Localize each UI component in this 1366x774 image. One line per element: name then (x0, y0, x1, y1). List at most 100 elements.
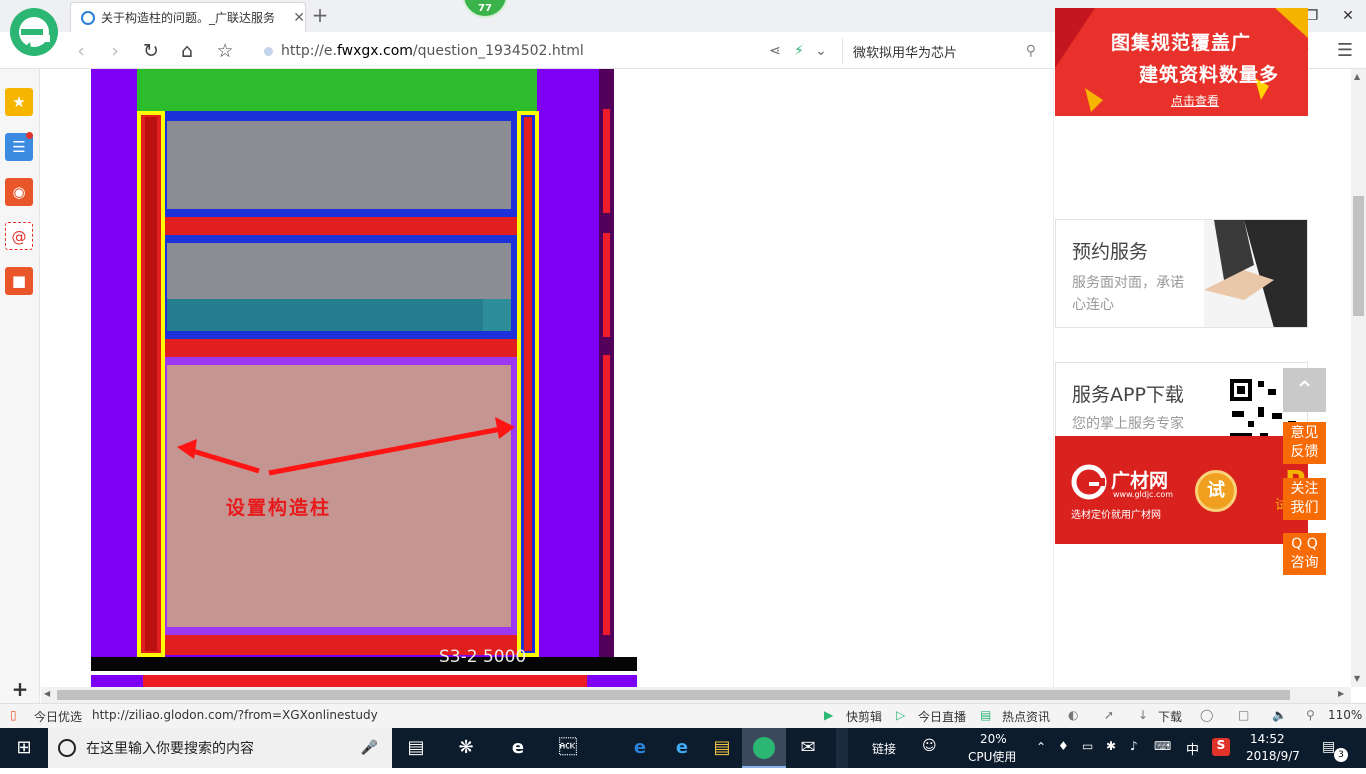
status-item-live[interactable]: 今日直播 (918, 708, 966, 725)
follow-us-label: 关注我们 (1290, 481, 1319, 516)
tray-battery-icon[interactable]: ▭ (1082, 739, 1093, 753)
follow-us-button[interactable]: 关注我们 (1283, 478, 1326, 520)
edge-taskbar-icon[interactable]: e (496, 728, 540, 768)
speaker-icon[interactable]: 🔈 (1272, 708, 1287, 722)
news-icon[interactable]: ▤ (980, 708, 991, 722)
vertical-scrollbar[interactable] (1351, 69, 1366, 687)
card-app-subtitle: 您的掌上服务专家 (1072, 416, 1184, 432)
tab-active[interactable]: 关于构造柱的问题。_广联达服务 ✕ (70, 2, 306, 32)
taskbar-scroll-handle[interactable] (836, 728, 848, 768)
start-windows-icon[interactable]: ⊞ (0, 728, 48, 768)
ie-mode-icon[interactable]: ◯ (1200, 708, 1213, 722)
tray-wifi-icon[interactable]: ✱ (1106, 739, 1116, 753)
ad-bottom-url: www.gldjc.com (1113, 490, 1174, 499)
status-item-clip[interactable]: 快剪辑 (846, 708, 882, 725)
lightning-icon[interactable]: ⚡ (788, 40, 810, 62)
back-to-top-button[interactable]: ⌃ (1283, 368, 1326, 412)
taskbar-search-input[interactable]: 在这里输入你要搜索的内容 (86, 738, 254, 758)
browser-logo[interactable] (8, 6, 60, 58)
tab-close-icon[interactable]: ✕ (293, 10, 305, 26)
refresh-button[interactable]: ↻ (138, 38, 164, 64)
site-favicon-icon (81, 10, 95, 25)
file-explorer-icon[interactable]: ▤ (700, 728, 744, 768)
people-icon[interactable]: ☺ (922, 738, 937, 754)
handshake-image (1204, 220, 1307, 327)
vertical-scrollbar-thumb[interactable] (1353, 196, 1364, 316)
url-text[interactable]: http://e.fwxgx.com/question_1934502.html (281, 43, 584, 59)
scroll-down-arrow-icon[interactable]: ▼ (1354, 674, 1360, 683)
tray-time[interactable]: 14:52 (1250, 732, 1285, 746)
cortana-icon[interactable] (58, 739, 76, 757)
annotation-text: 设置构造柱 (226, 497, 332, 519)
tray-keyboard-icon[interactable]: ⌨ (1154, 739, 1171, 753)
pin-icon[interactable]: ➚ (1104, 708, 1114, 722)
tray-chevron-up-icon[interactable]: ⌃ (1036, 740, 1046, 754)
download-icon[interactable]: ↓ (1138, 708, 1148, 722)
favorites-star-icon[interactable]: ★ (5, 88, 33, 116)
forward-button[interactable]: › (102, 38, 128, 64)
favorite-star-icon[interactable]: ☆ (212, 38, 238, 64)
zoom-level[interactable]: 110% (1328, 708, 1362, 722)
browser-taskbar-icon[interactable] (742, 728, 786, 768)
ad-banner-top[interactable]: 图集规范覆盖广 建筑资料数量多 点击查看 (1055, 8, 1308, 116)
ad-banner-bottom[interactable]: 广材网 www.gldjc.com 选材定价就用广材网 试 P 试用 (1055, 436, 1308, 544)
weibo-icon[interactable]: ◉ (5, 178, 33, 206)
tray-volume-icon[interactable]: ♪ (1130, 739, 1138, 753)
search-icon[interactable]: ⚲ (1026, 43, 1036, 59)
tray-date[interactable]: 2018/9/7 (1246, 749, 1300, 763)
taskbar-search[interactable]: 在这里输入你要搜索的内容 🎤 (48, 728, 392, 768)
gift-icon[interactable]: ▯ (10, 708, 17, 722)
qq-consult-button[interactable]: Q Q咨询 (1283, 533, 1326, 575)
feedback-button[interactable]: 意见反馈 (1283, 422, 1326, 464)
scroll-right-arrow-icon[interactable]: ▶ (1338, 689, 1344, 698)
search-input[interactable]: 微软拟用华为芯片 (853, 42, 1026, 61)
window-icon[interactable]: □ (1238, 708, 1249, 722)
ad-top-cta[interactable]: 点击查看 (1171, 92, 1219, 109)
search-box[interactable]: 微软拟用华为芯片 ⚲ (842, 38, 1042, 64)
edge-browser-icon[interactable]: e (618, 728, 662, 768)
grid-label: S3-2 5000 (439, 647, 527, 667)
swirl-app-icon[interactable]:  (546, 728, 590, 768)
back-button[interactable]: ‹ (68, 38, 94, 64)
horizontal-scrollbar-thumb[interactable] (57, 690, 1290, 700)
status-today-picks[interactable]: 今日优选 (34, 708, 82, 725)
mail-icon[interactable]: ✉ (786, 728, 830, 768)
scroll-left-arrow-icon[interactable]: ◀ (44, 689, 50, 698)
new-tab-button[interactable]: + (310, 4, 330, 28)
status-item-news[interactable]: 热点资讯 (1002, 708, 1050, 725)
address-bar[interactable]: http://e.fwxgx.com/question_1934502.html (258, 38, 838, 64)
tray-bell-icon[interactable]: ♦ (1058, 739, 1069, 753)
close-window-button[interactable]: ✕ (1334, 4, 1362, 28)
notification-dot (26, 132, 33, 139)
sidebar-add-icon[interactable]: + (8, 677, 32, 701)
card-booking-title: 预约服务 (1072, 241, 1149, 263)
home-button[interactable]: ⌂ (174, 38, 200, 64)
tray-cpu-percent: 20% (980, 732, 1007, 746)
ad-bottom-brand: 广材网 (1111, 470, 1169, 492)
tray-link-label[interactable]: 链接 (872, 740, 896, 757)
card-booking-service[interactable]: 预约服务 服务面对面，承诺心连心 (1055, 219, 1308, 328)
clip-icon[interactable]: ▶ (824, 708, 833, 722)
security-dot-icon (264, 46, 273, 56)
status-item-download[interactable]: 下载 (1158, 708, 1182, 725)
tray-ime[interactable]: 中 (1186, 739, 1199, 758)
zoom-icon[interactable]: ⚲ (1306, 708, 1315, 722)
fan-app-icon[interactable]: ❋ (444, 728, 488, 768)
menu-icon[interactable]: ☰ (1334, 40, 1356, 62)
model-screenshot (91, 69, 637, 687)
card-app-title: 服务APP下载 (1072, 384, 1184, 406)
ad-bottom-try-badge[interactable]: 试 (1195, 470, 1237, 512)
gcw-logo-icon (1071, 464, 1107, 500)
chevron-down-icon[interactable]: ⌄ (810, 40, 832, 62)
ie-browser-icon[interactable]: e (660, 728, 704, 768)
email-icon[interactable]: @ (5, 222, 33, 250)
sogou-ime-icon[interactable]: S (1212, 738, 1230, 756)
tab-title: 关于构造柱的问题。_广联达服务 (101, 11, 276, 25)
share-icon[interactable]: ⋖ (764, 40, 786, 62)
live-icon[interactable]: ▷ (896, 708, 905, 722)
microphone-icon[interactable]: 🎤 (361, 740, 378, 756)
scroll-up-arrow-icon[interactable]: ▲ (1354, 72, 1360, 81)
speedometer-icon[interactable]: ◐ (1068, 708, 1078, 722)
task-view-icon[interactable]: ▤ (394, 728, 438, 768)
game-icon[interactable]: ■ (5, 267, 33, 295)
